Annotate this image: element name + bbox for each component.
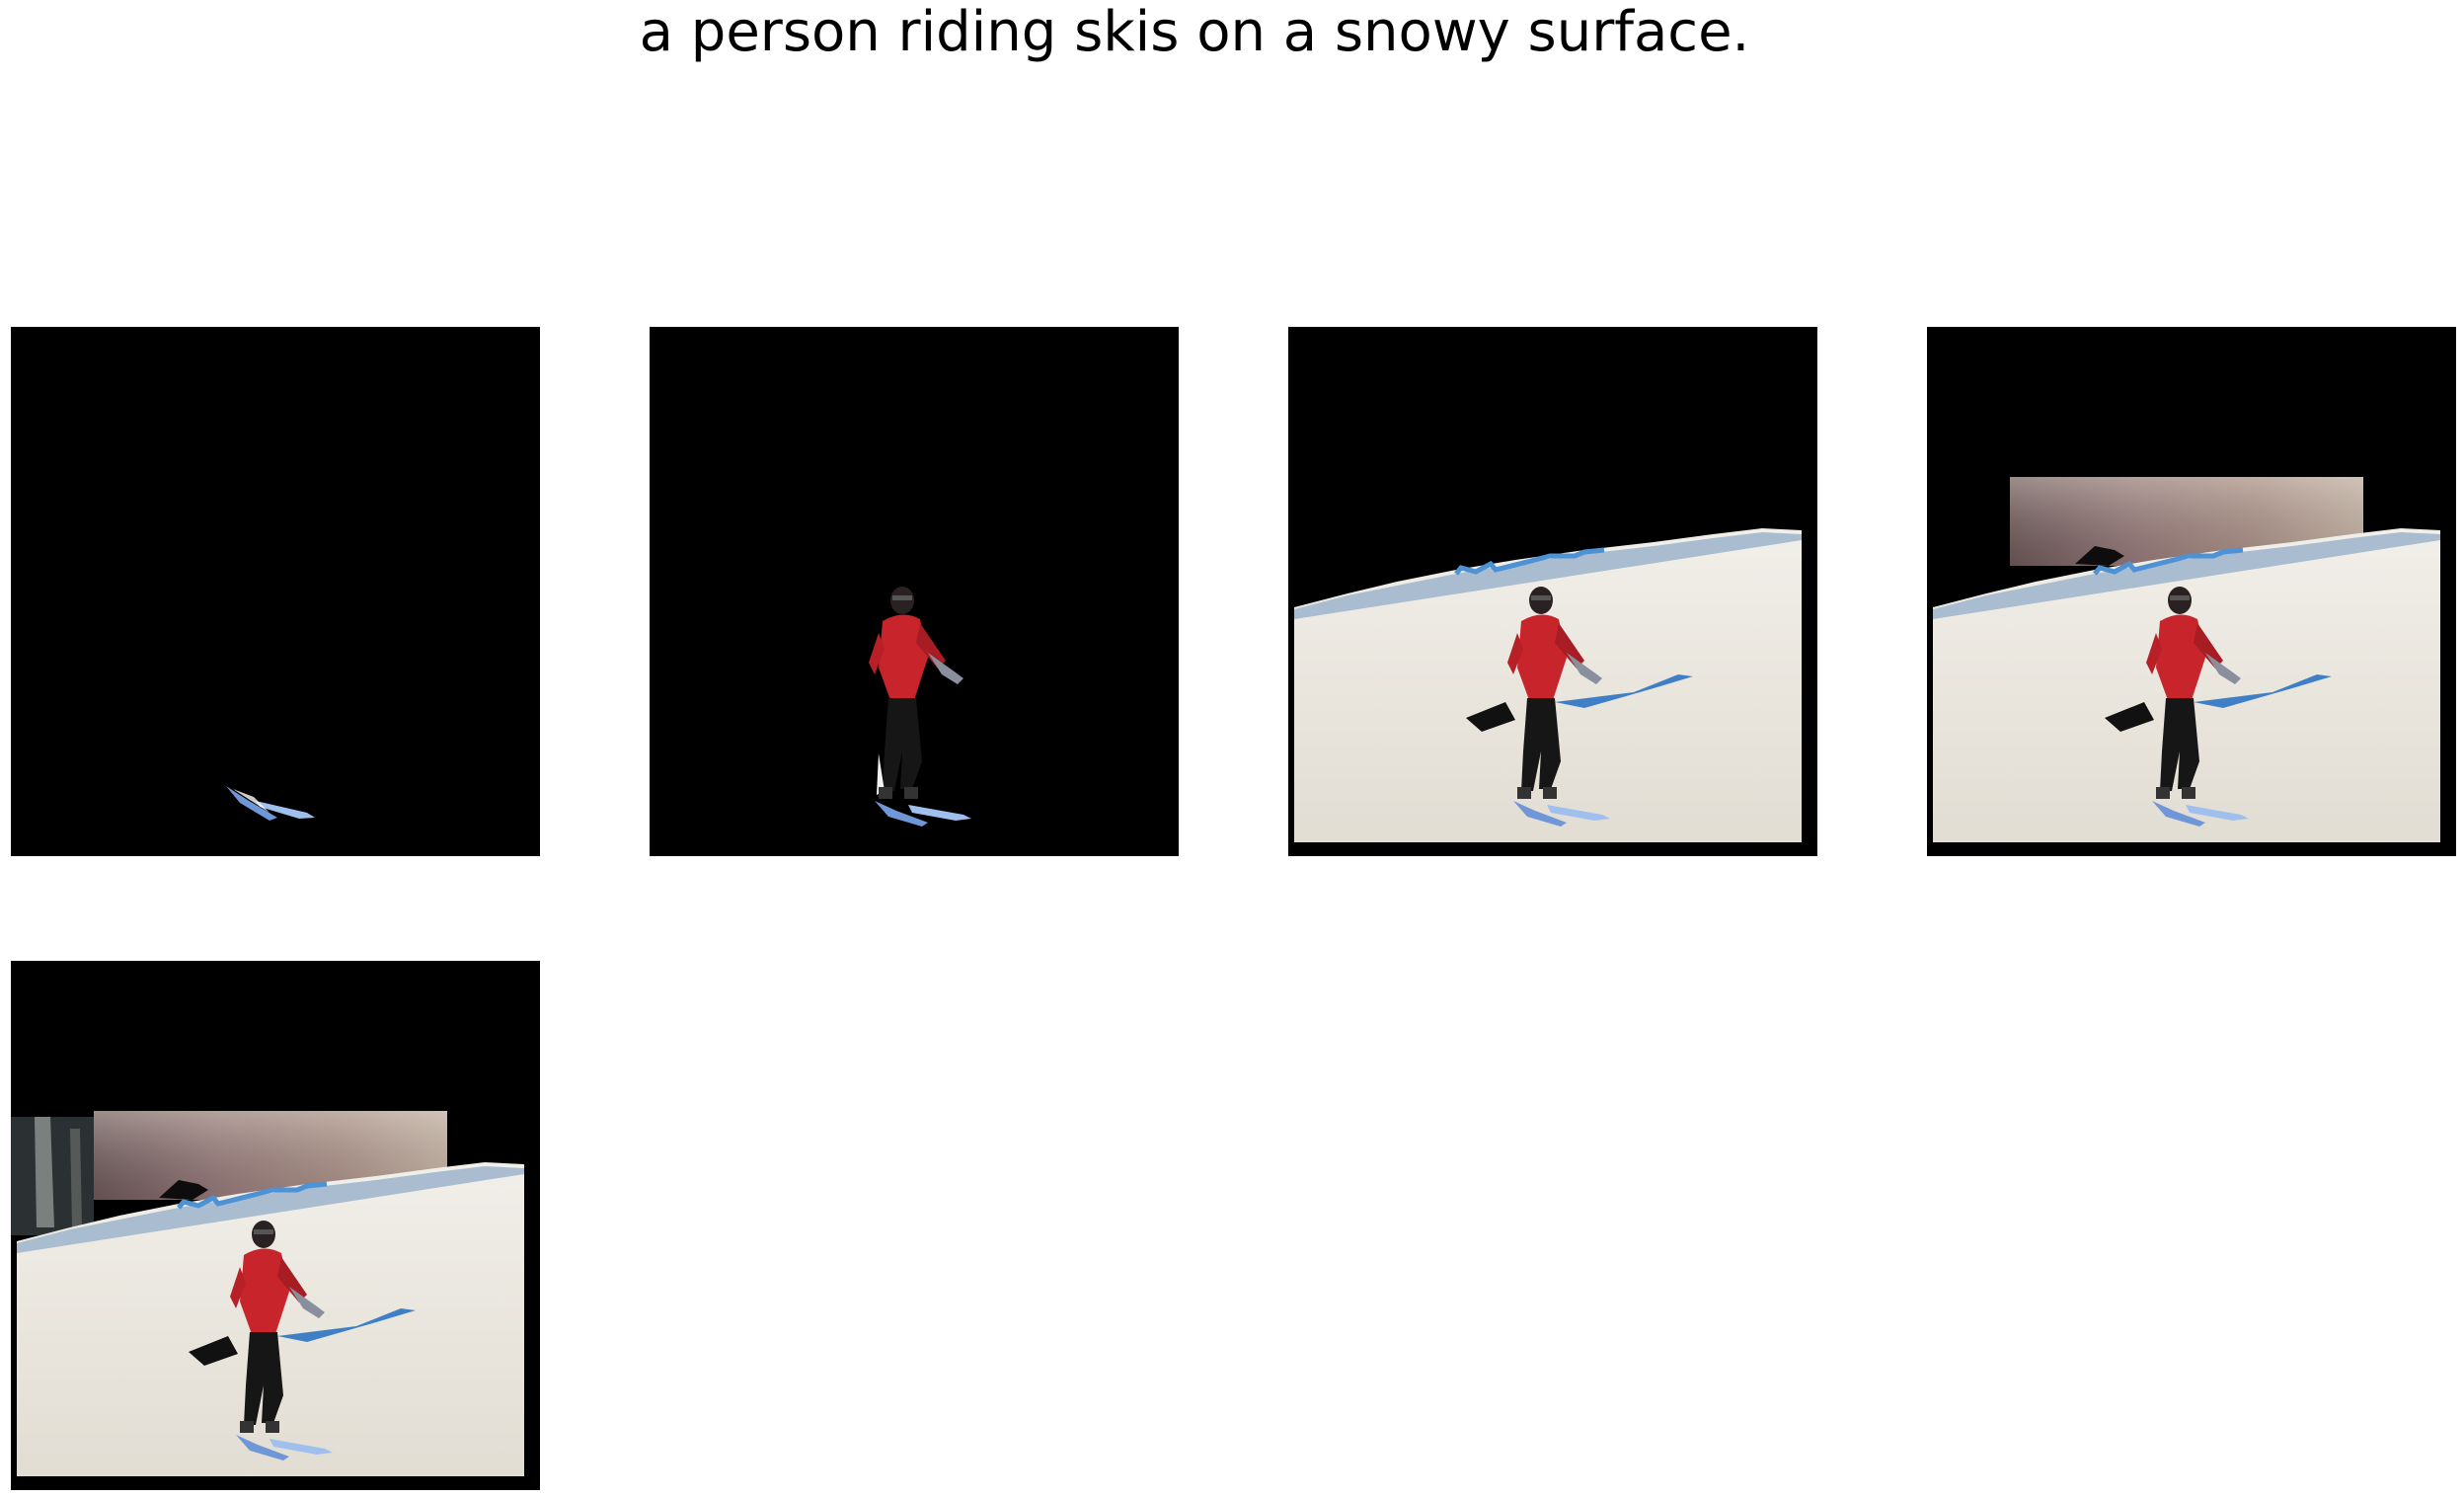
panel-step-2-image [650, 327, 1179, 856]
panel-step-5-image [11, 961, 540, 1490]
panel-step-1-image [11, 327, 540, 856]
panel-step-5 [11, 961, 540, 1490]
panel-step-4 [1927, 327, 2456, 856]
panel-step-3 [1288, 327, 1817, 856]
panel-step-1 [11, 327, 540, 856]
caption: a person riding skis on a snowy surface. [639, 0, 1750, 64]
panel-step-4-image [1927, 327, 2456, 856]
panel-step-3-image [1288, 327, 1817, 856]
panel-step-2 [650, 327, 1179, 856]
